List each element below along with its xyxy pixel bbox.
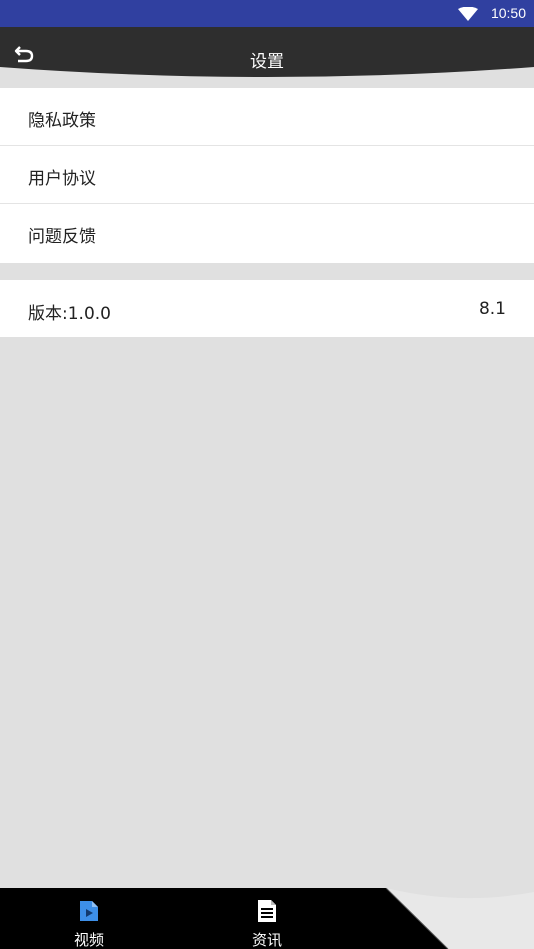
tab-label: 资讯 bbox=[251, 931, 282, 949]
tab-video[interactable]: 视频 bbox=[39, 888, 139, 949]
version-label: 版本:1.0.0 bbox=[28, 304, 111, 324]
document-icon bbox=[258, 900, 276, 922]
privacy-policy-item[interactable]: 隐私政策 bbox=[0, 88, 534, 146]
settings-list: 隐私政策 用户协议 问题反馈 bbox=[0, 88, 534, 263]
bottom-nav: 视频 资讯 bbox=[0, 888, 534, 949]
version-row: 版本:1.0.0 8.1 bbox=[0, 280, 534, 337]
version-value: 8.1 bbox=[478, 299, 506, 319]
feedback-item[interactable]: 问题反馈 bbox=[0, 204, 534, 263]
app-bar: 设置 bbox=[0, 27, 534, 79]
tab-label: 视频 bbox=[73, 931, 104, 949]
list-item-label: 隐私政策 bbox=[28, 111, 96, 131]
page-title: 设置 bbox=[250, 52, 284, 72]
video-file-icon bbox=[80, 901, 98, 921]
status-time: 10:50 bbox=[490, 5, 526, 21]
user-agreement-item[interactable]: 用户协议 bbox=[0, 146, 534, 204]
list-item-label: 用户协议 bbox=[28, 169, 96, 189]
tab-news[interactable]: 资讯 bbox=[217, 888, 317, 949]
list-item-label: 问题反馈 bbox=[28, 227, 96, 247]
status-bar: 10:50 bbox=[0, 0, 534, 27]
wifi-icon bbox=[458, 7, 478, 21]
